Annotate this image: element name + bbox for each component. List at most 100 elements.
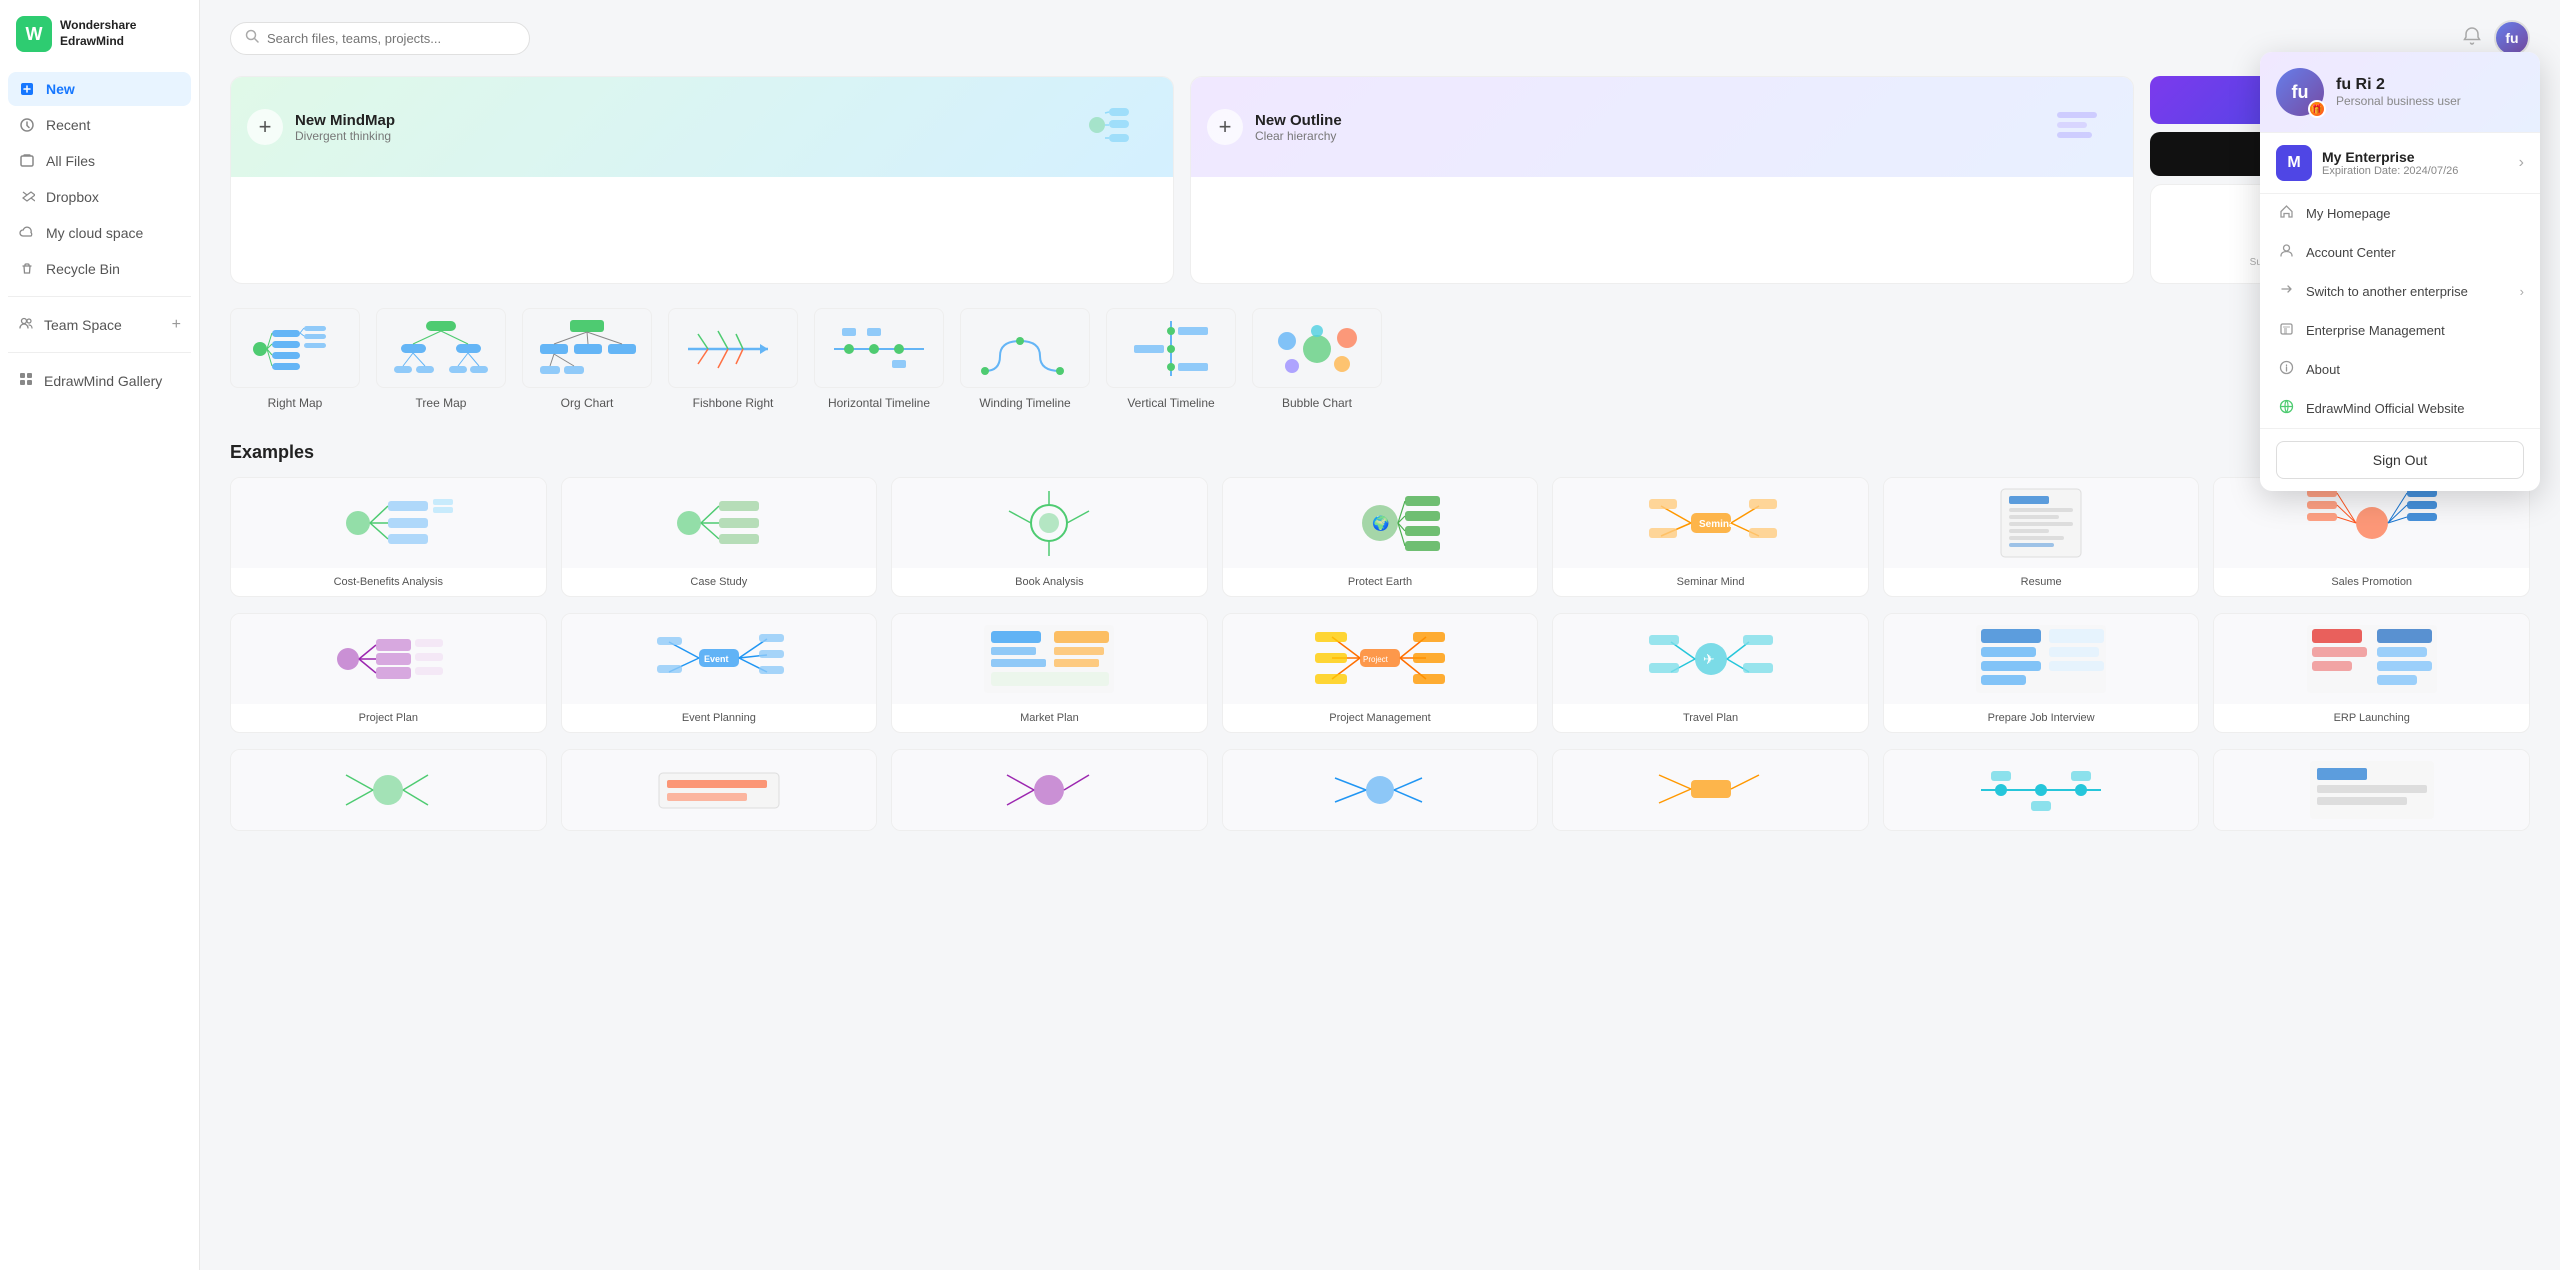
- create-outline-card[interactable]: + New Outline Clear hierarchy: [1190, 76, 2134, 284]
- sidebar-item-recycle[interactable]: Recycle Bin: [8, 252, 191, 286]
- gallery-label: EdrawMind Gallery: [44, 373, 162, 389]
- example-cost-benefits[interactable]: Cost-Benefits Analysis: [230, 477, 547, 597]
- template-right-map[interactable]: Right Map: [230, 308, 360, 410]
- sidebar-item-dropbox-label: Dropbox: [46, 189, 99, 205]
- user-dropdown: fu 🎁 fu Ri 2 Personal business user M My…: [2260, 52, 2540, 491]
- example-travel-plan-label: Travel Plan: [1553, 704, 1868, 732]
- examples-section-header: Examples More Templates: [230, 442, 2530, 463]
- outline-plus-icon: +: [1207, 109, 1243, 145]
- example-protect-earth[interactable]: 🌍 Protect Earth: [1222, 477, 1539, 597]
- switch-icon: [2276, 282, 2296, 301]
- example-event-planning-label: Event Planning: [562, 704, 877, 732]
- user-avatar-button[interactable]: fu: [2494, 20, 2530, 56]
- template-fishbone[interactable]: Fishbone Right: [668, 308, 798, 410]
- search-bar[interactable]: [230, 22, 530, 55]
- team-icon: [18, 315, 34, 334]
- example-row3-5[interactable]: [1552, 749, 1869, 831]
- template-vertical-label: Vertical Timeline: [1127, 396, 1214, 410]
- logo-icon: W: [16, 16, 52, 52]
- search-input[interactable]: [267, 31, 515, 46]
- templates-scroll: Right Map Tree Map Org Chart: [230, 308, 2530, 418]
- dropdown-account-label: Account Center: [2306, 245, 2396, 260]
- outline-subtitle: Clear hierarchy: [1255, 129, 1342, 143]
- example-project-management[interactable]: Project Project Management: [1222, 613, 1539, 733]
- example-erp-label: ERP Launching: [2214, 704, 2529, 732]
- example-case-study[interactable]: Case Study: [561, 477, 878, 597]
- example-row3-4[interactable]: [1222, 749, 1539, 831]
- header: fu: [230, 20, 2530, 56]
- example-sales-promotion[interactable]: Sales Promotion: [2213, 477, 2530, 597]
- example-seminar-mind[interactable]: Seminar Seminar Mind: [1552, 477, 1869, 597]
- sidebar-nav: New Recent All Files Dropbox My cloud sp…: [0, 72, 199, 286]
- sidebar-item-teamspace[interactable]: Team Space +: [0, 307, 199, 342]
- svg-text:🌍: 🌍: [1372, 515, 1389, 532]
- template-vertical-timeline[interactable]: Vertical Timeline: [1106, 308, 1236, 410]
- example-row3-1[interactable]: [230, 749, 547, 831]
- example-event-planning[interactable]: Event Event Planning: [561, 613, 878, 733]
- example-row3-2[interactable]: [561, 749, 878, 831]
- dropdown-homepage[interactable]: My Homepage: [2260, 194, 2540, 233]
- example-sales-promotion-label: Sales Promotion: [2214, 568, 2529, 596]
- example-row3-7[interactable]: [2213, 749, 2530, 831]
- example-resume[interactable]: Resume: [1883, 477, 2200, 597]
- example-case-study-label: Case Study: [562, 568, 877, 596]
- sidebar-item-recent-label: Recent: [46, 117, 90, 133]
- enterprise-section[interactable]: M My Enterprise Expiration Date: 2024/07…: [2260, 132, 2540, 194]
- building-icon: [2276, 321, 2296, 340]
- mindmap-subtitle: Divergent thinking: [295, 129, 395, 143]
- template-winding-label: Winding Timeline: [979, 396, 1070, 410]
- dropdown-official-website[interactable]: EdrawMind Official Website: [2260, 389, 2540, 428]
- add-team-button[interactable]: +: [172, 316, 181, 334]
- template-org-chart[interactable]: Org Chart: [522, 308, 652, 410]
- example-project-mgmt-label: Project Management: [1223, 704, 1538, 732]
- example-travel-plan[interactable]: ✈ Travel Plan: [1552, 613, 1869, 733]
- files-icon: [18, 152, 36, 170]
- template-bubble-chart[interactable]: Bubble Chart: [1252, 308, 1382, 410]
- enterprise-icon: M: [2276, 145, 2312, 181]
- example-prepare-job-label: Prepare Job Interview: [1884, 704, 2199, 732]
- example-cost-benefits-label: Cost-Benefits Analysis: [231, 568, 546, 596]
- sidebar-item-dropbox[interactable]: Dropbox: [8, 180, 191, 214]
- signout-button[interactable]: Sign Out: [2276, 441, 2524, 479]
- main-content: fu + New MindMap Divergent thinking +: [200, 0, 2560, 1270]
- template-tree-map-label: Tree Map: [416, 396, 467, 410]
- dropdown-username: fu Ri 2: [2336, 76, 2461, 94]
- template-winding-timeline[interactable]: Winding Timeline: [960, 308, 1090, 410]
- notification-icon[interactable]: [2462, 26, 2482, 51]
- enterprise-arrow-icon: ›: [2519, 154, 2524, 172]
- dropdown-account[interactable]: Account Center: [2260, 233, 2540, 272]
- search-icon: [245, 29, 259, 48]
- example-protect-earth-label: Protect Earth: [1223, 568, 1538, 596]
- template-horizontal-timeline[interactable]: Horizontal Timeline: [814, 308, 944, 410]
- template-tree-map[interactable]: Tree Map: [376, 308, 506, 410]
- dropdown-switch-enterprise[interactable]: Switch to another enterprise ›: [2260, 272, 2540, 311]
- example-market-plan[interactable]: Market Plan: [891, 613, 1208, 733]
- example-project-plan-label: Project Plan: [231, 704, 546, 732]
- examples-row3: [230, 749, 2530, 831]
- example-prepare-job-interview[interactable]: Prepare Job Interview: [1883, 613, 2200, 733]
- enterprise-expiry: Expiration Date: 2024/07/26: [2322, 165, 2458, 177]
- sidebar-item-gallery[interactable]: EdrawMind Gallery: [0, 363, 199, 398]
- dropdown-about[interactable]: About: [2260, 350, 2540, 389]
- dropdown-enterprise-mgmt[interactable]: Enterprise Management: [2260, 311, 2540, 350]
- outline-title: New Outline: [1255, 112, 1342, 129]
- example-project-plan[interactable]: Project Plan: [230, 613, 547, 733]
- svg-text:✈: ✈: [1703, 651, 1715, 667]
- template-org-chart-label: Org Chart: [561, 396, 614, 410]
- plus-icon: +: [247, 109, 283, 145]
- example-erp-launching[interactable]: ERP Launching: [2213, 613, 2530, 733]
- sidebar-item-cloud[interactable]: My cloud space: [8, 216, 191, 250]
- logo-text: Wondershare EdrawMind: [60, 18, 136, 49]
- svg-text:Project: Project: [1363, 655, 1389, 664]
- create-mindmap-card[interactable]: + New MindMap Divergent thinking: [230, 76, 1174, 284]
- sidebar-item-recent[interactable]: Recent: [8, 108, 191, 142]
- switch-arrow-icon: ›: [2520, 284, 2524, 299]
- sidebar-item-allfiles[interactable]: All Files: [8, 144, 191, 178]
- sidebar-item-new-label: New: [46, 81, 75, 97]
- template-right-map-label: Right Map: [268, 396, 323, 410]
- example-book-analysis[interactable]: Book Analysis: [891, 477, 1208, 597]
- example-row3-6[interactable]: [1883, 749, 2200, 831]
- sidebar-item-new[interactable]: New: [8, 72, 191, 106]
- example-row3-3[interactable]: [891, 749, 1208, 831]
- example-book-analysis-label: Book Analysis: [892, 568, 1207, 596]
